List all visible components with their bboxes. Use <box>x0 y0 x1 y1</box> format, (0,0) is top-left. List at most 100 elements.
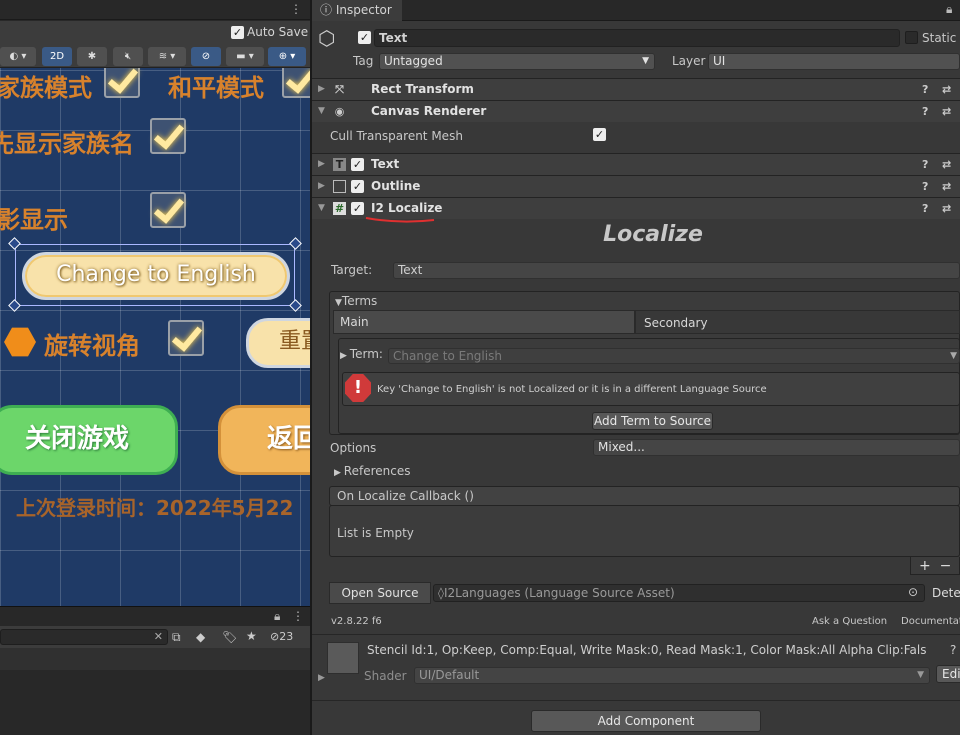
component-title: Text <box>371 157 400 171</box>
scene-viewport[interactable]: 家族模式 和平模式 先显示家族名 影显示 Change to English 旋… <box>0 68 310 606</box>
presets-icon[interactable]: ⇄ <box>942 154 951 175</box>
expand-arrow-icon[interactable]: ▶ <box>318 673 325 683</box>
show-family-name-label: 先显示家族名 <box>0 130 134 158</box>
family-mode-checkbox[interactable] <box>104 68 140 98</box>
shadow-display-checkbox[interactable] <box>150 192 186 228</box>
shader-edit-button[interactable]: Edit <box>936 665 960 683</box>
tab-secondary[interactable]: Secondary <box>635 310 960 334</box>
term-value: Change to English <box>393 349 502 363</box>
scene-panel-header: ⋮ <box>0 0 310 20</box>
search-input[interactable]: ✕ <box>0 629 168 645</box>
shading-mode-dropdown[interactable]: ◐ ▾ <box>0 47 36 66</box>
lock-icon[interactable]: 🔒︎ <box>946 2 952 17</box>
rotate-view-checkbox[interactable] <box>168 320 204 356</box>
object-picker-icon[interactable]: ⊙ <box>908 585 918 599</box>
help-icon[interactable]: ? <box>922 176 928 197</box>
help-icon[interactable]: ? <box>950 643 956 657</box>
filter-icon[interactable]: ⧉ <box>172 630 181 645</box>
close-game-button[interactable]: 关闭游戏 <box>0 405 178 475</box>
help-icon[interactable]: ? <box>922 101 928 122</box>
term-dropdown[interactable]: Change to English ▼ <box>388 348 960 364</box>
terms-label[interactable]: ▼Terms <box>335 294 377 308</box>
presets-icon[interactable]: ⇄ <box>942 101 951 122</box>
add-term-to-source-button[interactable]: Add Term to Source <box>592 412 713 430</box>
more-menu-icon[interactable]: ⋮ <box>292 609 304 623</box>
add-icon[interactable]: + <box>919 558 931 574</box>
expand-arrow-icon[interactable]: ▶ <box>318 79 325 100</box>
target-dropdown[interactable]: Text <box>393 262 960 279</box>
peace-mode-checkbox[interactable] <box>282 68 310 98</box>
cull-transparent-checkbox[interactable]: ✓ <box>593 128 606 141</box>
references-label[interactable]: ▶ References <box>334 464 410 478</box>
documentation-link[interactable]: Documentat <box>901 616 960 627</box>
error-icon: ! <box>345 374 371 402</box>
detect-label[interactable]: Dete <box>932 586 960 600</box>
auto-save-checkbox[interactable]: ✓ <box>231 26 244 39</box>
add-component-button[interactable]: Add Component <box>531 710 761 732</box>
layer-label: Layer <box>672 54 706 68</box>
component-text[interactable]: ▶ T ✓ Text ? ⇄ <box>312 153 960 175</box>
scene-top-toolbar: ✓ Auto Save <box>0 21 310 44</box>
callback-label: On Localize Callback () <box>337 489 474 503</box>
gizmos-dropdown[interactable]: ⊕ ▾ <box>268 47 306 66</box>
rotate-view-label: 旋转视角 <box>44 332 140 360</box>
reset-button[interactable]: 重置 <box>246 318 310 368</box>
hidden-objects-icon[interactable]: ⊘ <box>191 47 221 66</box>
tab-inspector[interactable]: ⓘ Inspector <box>312 0 402 21</box>
hierarchy-body <box>0 648 310 670</box>
eye-icon: ◉ <box>334 105 345 118</box>
effects-dropdown[interactable]: ≋ ▾ <box>148 47 186 66</box>
component-rect-transform[interactable]: ▶ ⤧ Rect Transform ? ⇄ <box>312 78 960 100</box>
show-family-name-checkbox[interactable] <box>150 118 186 154</box>
expand-arrow-icon[interactable]: ▶ <box>318 154 325 175</box>
static-checkbox[interactable] <box>905 31 918 44</box>
presets-icon[interactable]: ⇄ <box>942 198 951 219</box>
help-icon[interactable]: ? <box>922 198 928 219</box>
audio-mute-icon[interactable]: 🔇︎ <box>113 47 143 66</box>
terms-title: Terms <box>341 294 378 308</box>
camera-dropdown[interactable]: ▬ ▾ <box>226 47 264 66</box>
tab-main[interactable]: Main <box>333 310 635 334</box>
label-icon[interactable]: 🏷︎ <box>222 630 237 644</box>
help-icon[interactable]: ? <box>922 154 928 175</box>
tag-label: Tag <box>353 54 374 68</box>
lock-icon[interactable]: 🔒︎ <box>274 609 280 624</box>
type-filter-icon[interactable]: ◆ <box>196 630 205 644</box>
component-outline[interactable]: ▶ ✓ Outline ? ⇄ <box>312 175 960 197</box>
presets-icon[interactable]: ⇄ <box>942 176 951 197</box>
back-button[interactable]: 返回 <box>218 405 310 475</box>
change-to-english-button[interactable]: Change to English <box>22 252 290 300</box>
language-source-value: I2Languages (Language Source Asset) <box>443 586 675 600</box>
ask-question-link[interactable]: Ask a Question <box>812 616 887 627</box>
scene-view-toolbar: ◐ ▾ 2D ✱ 🔇︎ ≋ ▾ ⊘ ▬ ▾ ⊕ ▾ <box>0 44 310 68</box>
options-dropdown[interactable]: Mixed... <box>593 439 960 456</box>
expand-arrow-icon: ▶ <box>334 468 344 478</box>
collapse-arrow-icon[interactable]: ▼ <box>318 101 325 122</box>
mode-2d-toggle[interactable]: 2D <box>42 47 72 66</box>
component-canvas-renderer[interactable]: ▼ ◉ Canvas Renderer ? ⇄ <box>312 100 960 122</box>
object-name-field[interactable]: Text <box>374 29 900 47</box>
more-menu-icon[interactable]: ⋮ <box>290 2 302 16</box>
language-source-field[interactable]: ◊I2Languages (Language Source Asset) <box>433 584 925 602</box>
hidden-count-icon[interactable]: ⊘23 <box>270 630 293 643</box>
tag-dropdown[interactable]: Untagged ▼ <box>379 53 655 70</box>
component-title: Outline <box>371 179 421 193</box>
remove-icon[interactable]: − <box>940 558 952 574</box>
presets-icon[interactable]: ⇄ <box>942 79 951 100</box>
term-label[interactable]: ▶ Term: <box>340 347 383 361</box>
layer-dropdown[interactable]: UI <box>708 53 960 70</box>
component-enabled-checkbox[interactable]: ✓ <box>351 202 364 215</box>
inspector-tabbar: ⓘ Inspector 🔒︎ <box>312 0 960 21</box>
active-checkbox[interactable]: ✓ <box>358 31 371 44</box>
shader-dropdown[interactable]: UI/Default ▼ <box>414 667 930 684</box>
help-icon[interactable]: ? <box>922 79 928 100</box>
open-source-button[interactable]: Open Source <box>329 582 431 604</box>
material-preview[interactable] <box>327 642 359 674</box>
component-enabled-checkbox[interactable]: ✓ <box>351 158 364 171</box>
expand-arrow-icon[interactable]: ▶ <box>318 176 325 197</box>
lighting-icon[interactable]: ✱ <box>77 47 107 66</box>
favorite-icon[interactable]: ★ <box>246 629 257 643</box>
collapse-arrow-icon[interactable]: ▼ <box>318 198 325 219</box>
chevron-down-icon: ▼ <box>642 56 649 66</box>
component-enabled-checkbox[interactable]: ✓ <box>351 180 364 193</box>
